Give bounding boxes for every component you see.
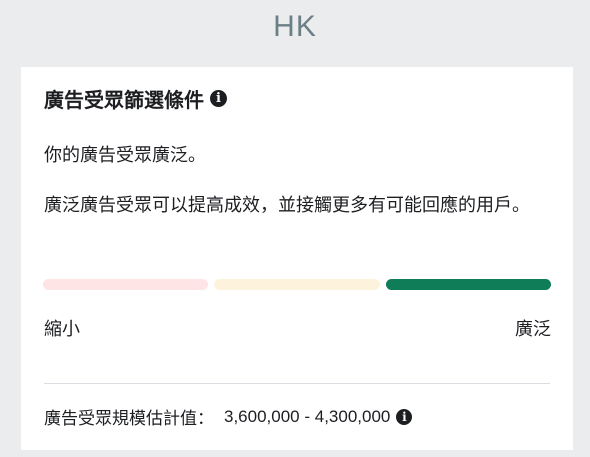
meter-segment-medium	[214, 279, 380, 290]
meter-label-broad: 廣泛	[515, 319, 551, 339]
audience-summary: 你的廣告受眾廣泛。	[44, 145, 206, 165]
estimate-value: 3,600,000 - 4,300,000	[224, 406, 391, 426]
meter-segment-broad	[385, 279, 551, 290]
estimate-label: 廣告受眾規模估計值：	[44, 409, 214, 428]
info-icon[interactable]: i	[210, 90, 227, 107]
audience-breadth-meter	[43, 279, 551, 290]
card-header: 廣告受眾篩選條件 i	[44, 84, 227, 113]
info-icon[interactable]: i	[396, 408, 413, 425]
region-code: HK	[273, 10, 317, 43]
divider	[44, 383, 550, 384]
audience-size-estimate: 廣告受眾規模估計值： 3,600,000 - 4,300,000 i	[44, 404, 413, 429]
meter-segment-narrow	[43, 279, 209, 290]
meter-label-narrow: 縮小	[44, 319, 80, 339]
audience-explanation: 廣泛廣告受眾可以提高成效，並接觸更多有可能回應的用戶。	[44, 195, 530, 215]
audience-definition-card: 廣告受眾篩選條件 i 你的廣告受眾廣泛。 廣泛廣告受眾可以提高成效，並接觸更多有…	[21, 67, 573, 450]
card-title: 廣告受眾篩選條件	[44, 90, 204, 112]
